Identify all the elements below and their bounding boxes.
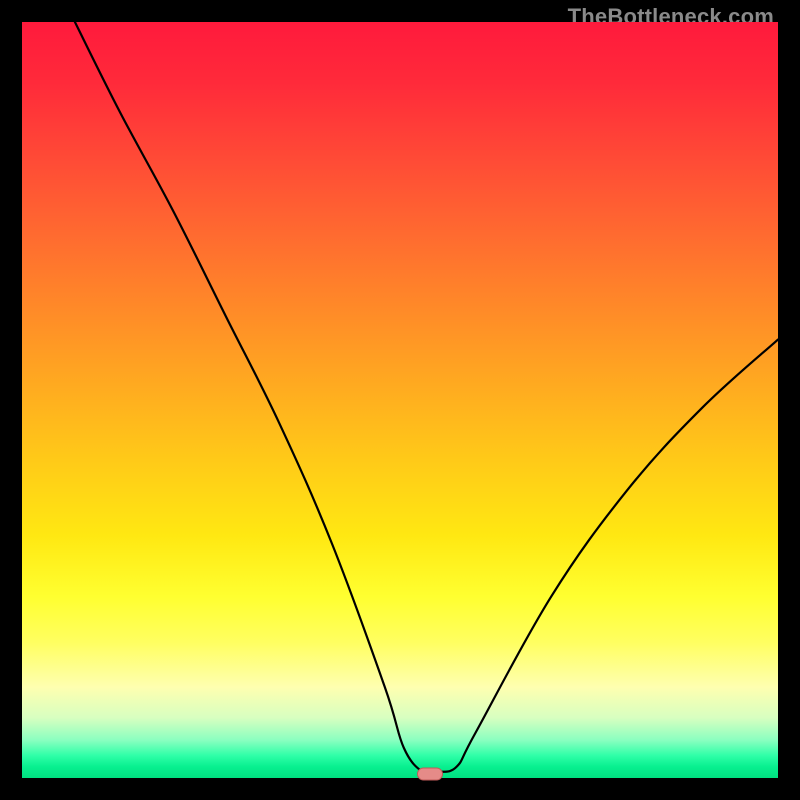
chart-line <box>22 22 778 778</box>
chart-frame: TheBottleneck.com <box>0 0 800 800</box>
chart-marker <box>417 768 443 781</box>
chart-gradient-area <box>22 22 778 778</box>
